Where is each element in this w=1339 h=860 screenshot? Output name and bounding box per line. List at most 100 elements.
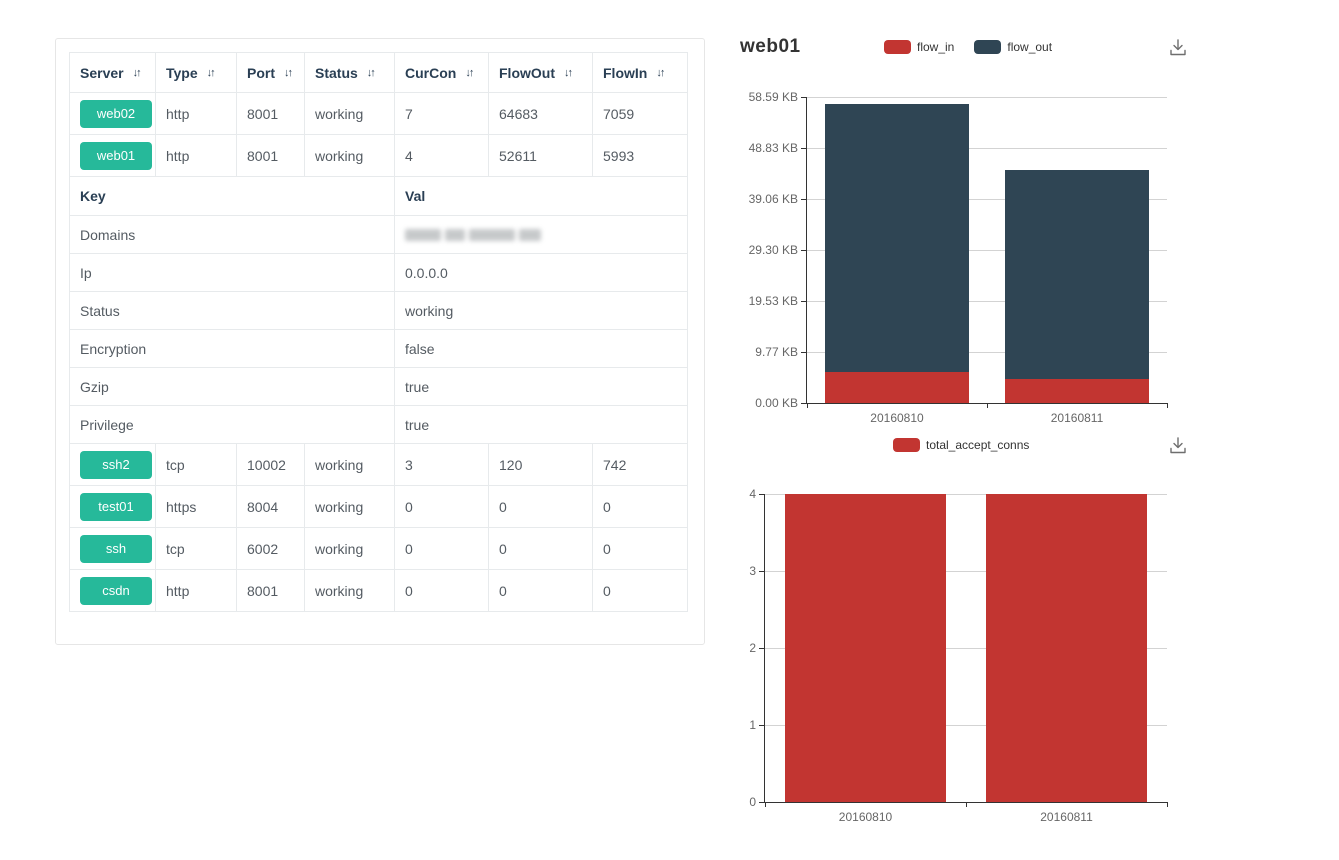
y-tick-label: 3 xyxy=(686,563,756,579)
legend-label: flow_in xyxy=(917,40,954,54)
detail-row-status: Status working xyxy=(70,292,688,330)
legend-item-flow-in[interactable]: flow_in xyxy=(884,40,954,54)
x-tick-label: 20160810 xyxy=(765,810,966,824)
y-axis-tick xyxy=(759,725,764,726)
y-axis-tick xyxy=(759,571,764,572)
cell-status: working xyxy=(305,570,395,612)
y-tick-label: 0.00 KB xyxy=(728,395,798,411)
sort-icon[interactable]: ↓↑ xyxy=(207,67,216,79)
cell-status: working xyxy=(305,135,395,177)
sort-icon[interactable]: ↓↑ xyxy=(367,67,376,79)
cell-flowout: 0 xyxy=(489,570,593,612)
y-tick-label: 29.30 KB xyxy=(728,242,798,258)
key-header: Key xyxy=(70,177,395,216)
detail-row-encryption: Encryption false xyxy=(70,330,688,368)
x-axis-tick xyxy=(807,403,808,408)
y-tick-label: 39.06 KB xyxy=(728,191,798,207)
y-tick-label: 9.77 KB xyxy=(728,344,798,360)
legend-swatch-flow-out xyxy=(974,40,1001,54)
legend-label: flow_out xyxy=(1007,40,1052,54)
y-axis-tick xyxy=(801,199,806,200)
server-row: web02 http 8001 working 7 64683 7059 xyxy=(70,93,688,135)
cell-port: 8001 xyxy=(237,135,305,177)
detail-val: working xyxy=(395,292,688,330)
column-header-server[interactable]: Server↓↑ xyxy=(70,53,156,93)
cell-status: working xyxy=(305,444,395,486)
sort-icon[interactable]: ↓↑ xyxy=(656,67,665,79)
detail-key: Ip xyxy=(70,254,395,292)
cell-type: https xyxy=(156,486,237,528)
y-axis-tick xyxy=(801,148,806,149)
cell-curcon: 7 xyxy=(395,93,489,135)
chart2-legend: total_accept_conns xyxy=(893,438,1029,452)
cell-flowin: 742 xyxy=(593,444,688,486)
detail-row-ip: Ip 0.0.0.0 xyxy=(70,254,688,292)
cell-flowout: 0 xyxy=(489,528,593,570)
cell-type: tcp xyxy=(156,528,237,570)
column-header-port[interactable]: Port↓↑ xyxy=(237,53,305,93)
val-header: Val xyxy=(395,177,688,216)
legend-item-total-accept-conns[interactable]: total_accept_conns xyxy=(893,438,1029,452)
detail-val: true xyxy=(395,406,688,444)
chart2-plot-area: 012342016081020160811 xyxy=(764,494,1167,803)
cell-flowout: 120 xyxy=(489,444,593,486)
chart1-legend: flow_in flow_out xyxy=(884,40,1052,54)
server-button-ssh2[interactable]: ssh2 xyxy=(80,451,152,479)
y-axis-tick xyxy=(759,802,764,803)
cell-port: 6002 xyxy=(237,528,305,570)
y-tick-label: 1 xyxy=(686,717,756,733)
bar-segment-total_accept_conns xyxy=(986,494,1147,802)
sort-icon[interactable]: ↓↑ xyxy=(564,67,573,79)
dashboard-page: Server↓↑ Type↓↑ Port↓↑ Status↓↑ CurCon↓↑… xyxy=(0,0,1339,860)
bar-segment-flow_in xyxy=(1005,379,1149,403)
y-tick-label: 2 xyxy=(686,640,756,656)
server-row: ssh2 tcp 10002 working 3 120 742 xyxy=(70,444,688,486)
cell-status: working xyxy=(305,528,395,570)
bar-segment-flow_out xyxy=(1005,170,1149,378)
server-button-ssh[interactable]: ssh xyxy=(80,535,152,563)
sort-icon[interactable]: ↓↑ xyxy=(465,67,474,79)
detail-val: 0.0.0.0 xyxy=(395,254,688,292)
save-as-image-icon[interactable] xyxy=(1166,434,1190,458)
y-axis-tick xyxy=(801,352,806,353)
cell-curcon: 3 xyxy=(395,444,489,486)
column-header-status[interactable]: Status↓↑ xyxy=(305,53,395,93)
cell-status: working xyxy=(305,486,395,528)
x-tick-label: 20160811 xyxy=(966,810,1167,824)
x-axis-tick xyxy=(966,802,967,807)
cell-flowin: 7059 xyxy=(593,93,688,135)
server-button-csdn[interactable]: csdn xyxy=(80,577,152,605)
y-axis-tick xyxy=(759,494,764,495)
detail-key: Privilege xyxy=(70,406,395,444)
save-as-image-icon[interactable] xyxy=(1166,36,1190,60)
detail-key: Status xyxy=(70,292,395,330)
detail-key: Gzip xyxy=(70,368,395,406)
detail-key: Domains xyxy=(70,216,395,254)
cell-curcon: 0 xyxy=(395,570,489,612)
sort-icon[interactable]: ↓↑ xyxy=(284,67,293,79)
x-tick-label: 20160811 xyxy=(987,411,1167,425)
cell-port: 8004 xyxy=(237,486,305,528)
server-button-test01[interactable]: test01 xyxy=(80,493,152,521)
detail-row-gzip: Gzip true xyxy=(70,368,688,406)
y-axis-tick xyxy=(801,301,806,302)
detail-key: Encryption xyxy=(70,330,395,368)
cell-curcon: 0 xyxy=(395,486,489,528)
x-tick-label: 20160810 xyxy=(807,411,987,425)
column-header-type[interactable]: Type↓↑ xyxy=(156,53,237,93)
legend-item-flow-out[interactable]: flow_out xyxy=(974,40,1052,54)
column-header-flowin[interactable]: FlowIn↓↑ xyxy=(593,53,688,93)
cell-flowin: 0 xyxy=(593,570,688,612)
table-header-row: Server↓↑ Type↓↑ Port↓↑ Status↓↑ CurCon↓↑… xyxy=(70,53,688,93)
y-tick-label: 0 xyxy=(686,794,756,810)
bar xyxy=(986,494,1147,802)
server-button-web01[interactable]: web01 xyxy=(80,142,152,170)
x-axis-tick xyxy=(1167,802,1168,807)
column-header-curcon[interactable]: CurCon↓↑ xyxy=(395,53,489,93)
cell-flowout: 52611 xyxy=(489,135,593,177)
y-axis-tick xyxy=(759,648,764,649)
y-axis-tick xyxy=(801,403,806,404)
sort-icon[interactable]: ↓↑ xyxy=(133,67,142,79)
server-button-web02[interactable]: web02 xyxy=(80,100,152,128)
column-header-flowout[interactable]: FlowOut↓↑ xyxy=(489,53,593,93)
